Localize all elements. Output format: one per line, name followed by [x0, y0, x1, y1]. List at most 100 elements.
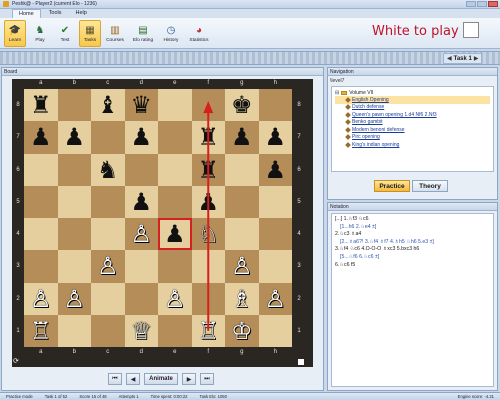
square-f3[interactable]: [191, 250, 225, 283]
square-h5[interactable]: [258, 185, 292, 218]
square-d1[interactable]: ♕: [124, 314, 158, 347]
white-piece-b2[interactable]: ♙: [63, 287, 85, 311]
square-a7[interactable]: ♟: [24, 121, 58, 154]
square-h7[interactable]: ♟: [258, 121, 292, 154]
chess-board[interactable]: ♜ ♝ ♛ ♚ ♟ ♟ ♟ ♜ ♟ ♟ ♞ ♜ ♟ ♟ ♟ ♙ ♟ ♘ ♙ ♙ ♙ ♙ ♙ ♗ ♙ ♖ ♕ ♖ ♔: [24, 89, 292, 347]
square-b8[interactable]: [57, 89, 91, 122]
square-b1[interactable]: [57, 314, 91, 347]
tab-tools[interactable]: Tools: [43, 9, 68, 18]
prev-task-icon[interactable]: ◀: [447, 55, 452, 62]
square-b4[interactable]: [57, 218, 91, 251]
collapse-icon[interactable]: ⊟: [335, 90, 339, 96]
square-b5[interactable]: [57, 185, 91, 218]
square-f5[interactable]: ♟: [191, 185, 225, 218]
square-d3[interactable]: [124, 250, 158, 283]
square-e2[interactable]: ♙: [158, 282, 192, 315]
square-h3[interactable]: [258, 250, 292, 283]
square-f7[interactable]: ♜: [191, 121, 225, 154]
tab-home[interactable]: Home: [12, 9, 41, 18]
square-a4[interactable]: [24, 218, 58, 251]
square-f4[interactable]: ♘: [191, 218, 225, 251]
square-h4[interactable]: [258, 218, 292, 251]
square-f2[interactable]: [191, 282, 225, 315]
play-button[interactable]: ♞ Play: [29, 20, 51, 47]
square-d8[interactable]: ♛: [124, 89, 158, 122]
square-b3[interactable]: [57, 250, 91, 283]
square-d5[interactable]: ♟: [124, 185, 158, 218]
square-a2[interactable]: ♙: [24, 282, 58, 315]
square-c3[interactable]: ♙: [91, 250, 125, 283]
square-d7[interactable]: ♟: [124, 121, 158, 154]
square-f1[interactable]: ♖: [191, 314, 225, 347]
white-piece-f4[interactable]: ♘: [197, 222, 219, 246]
black-piece-h6[interactable]: ♟: [264, 158, 286, 182]
white-piece-e2[interactable]: ♙: [164, 287, 186, 311]
square-g8[interactable]: ♚: [225, 89, 259, 122]
notation-mainline[interactable]: 3.♘f4 ♘c6 4.O-O-O ♗xc3 5.bxc3 h6: [335, 246, 490, 254]
notation-mainline[interactable]: [...] 1.♘f3 ♘c6: [335, 216, 490, 224]
white-piece-g2[interactable]: ♗: [231, 287, 253, 311]
square-b7[interactable]: ♟: [57, 121, 91, 154]
black-piece-e4[interactable]: ♟: [164, 222, 186, 246]
square-h2[interactable]: ♙: [258, 282, 292, 315]
square-b2[interactable]: ♙: [57, 282, 91, 315]
square-e5[interactable]: [158, 185, 192, 218]
square-c1[interactable]: [91, 314, 125, 347]
black-piece-d5[interactable]: ♟: [130, 190, 152, 214]
square-b6[interactable]: [57, 153, 91, 186]
black-piece-d7[interactable]: ♟: [130, 125, 152, 149]
square-e4[interactable]: ♟: [158, 218, 192, 251]
square-a3[interactable]: [24, 250, 58, 283]
tree-item[interactable]: Pirc opening: [335, 134, 490, 142]
square-h6[interactable]: ♟: [258, 153, 292, 186]
black-piece-h7[interactable]: ♟: [264, 125, 286, 149]
theory-button[interactable]: Theory: [412, 180, 448, 192]
black-piece-a7[interactable]: ♟: [30, 125, 52, 149]
tree-item[interactable]: Modern benoni defense: [335, 126, 490, 134]
black-piece-d8[interactable]: ♛: [130, 93, 152, 117]
black-piece-f6[interactable]: ♜: [197, 158, 219, 182]
notation-mainline[interactable]: 6.♘c6 f5: [335, 262, 490, 270]
white-piece-f1[interactable]: ♖: [197, 319, 219, 343]
square-d4[interactable]: ♙: [124, 218, 158, 251]
square-c8[interactable]: ♝: [91, 89, 125, 122]
minimize-button[interactable]: [466, 1, 476, 7]
first-move-button[interactable]: ⏮: [108, 373, 122, 385]
black-piece-f5[interactable]: ♟: [197, 190, 219, 214]
next-task-icon[interactable]: ▶: [474, 55, 479, 62]
white-piece-a1[interactable]: ♖: [30, 319, 52, 343]
square-e1[interactable]: [158, 314, 192, 347]
square-h8[interactable]: [258, 89, 292, 122]
prev-move-button[interactable]: ◀: [126, 373, 140, 385]
square-a1[interactable]: ♖: [24, 314, 58, 347]
black-piece-a8[interactable]: ♜: [30, 93, 52, 117]
square-f6[interactable]: ♜: [191, 153, 225, 186]
tree-item[interactable]: Queen's pawn opening 1.d4 Nf6 2.Nf3: [335, 111, 490, 119]
square-c4[interactable]: [91, 218, 125, 251]
square-g5[interactable]: [225, 185, 259, 218]
square-d6[interactable]: [124, 153, 158, 186]
last-move-button[interactable]: ⏭: [200, 373, 214, 385]
maximize-button[interactable]: [477, 1, 487, 7]
square-e3[interactable]: [158, 250, 192, 283]
square-e6[interactable]: [158, 153, 192, 186]
white-piece-h2[interactable]: ♙: [264, 287, 286, 311]
square-h1[interactable]: [258, 314, 292, 347]
test-button[interactable]: ✔ Test: [54, 20, 76, 47]
notation-variation[interactable]: [1...h6 2.♘e4 ±]: [335, 224, 490, 232]
flip-board-icon[interactable]: ⟳: [13, 357, 19, 365]
notation-text[interactable]: [...] 1.♘f3 ♘c6 [1...h6 2.♘e4 ±] 2.♘c3 ♗a4…: [331, 213, 494, 387]
tree-item[interactable]: King's indian opening: [335, 141, 490, 149]
next-move-button[interactable]: ▶: [182, 373, 196, 385]
white-piece-d4[interactable]: ♙: [130, 222, 152, 246]
tree-item[interactable]: English Opening: [335, 96, 490, 104]
square-e7[interactable]: [158, 121, 192, 154]
learn-button[interactable]: 🎓 Learn: [4, 20, 26, 47]
tab-help[interactable]: Help: [70, 9, 93, 18]
courses-button[interactable]: ▥ Courses: [104, 20, 126, 47]
white-piece-d1[interactable]: ♕: [130, 319, 152, 343]
square-g6[interactable]: [225, 153, 259, 186]
white-piece-a2[interactable]: ♙: [30, 287, 52, 311]
square-a6[interactable]: [24, 153, 58, 186]
square-c7[interactable]: [91, 121, 125, 154]
